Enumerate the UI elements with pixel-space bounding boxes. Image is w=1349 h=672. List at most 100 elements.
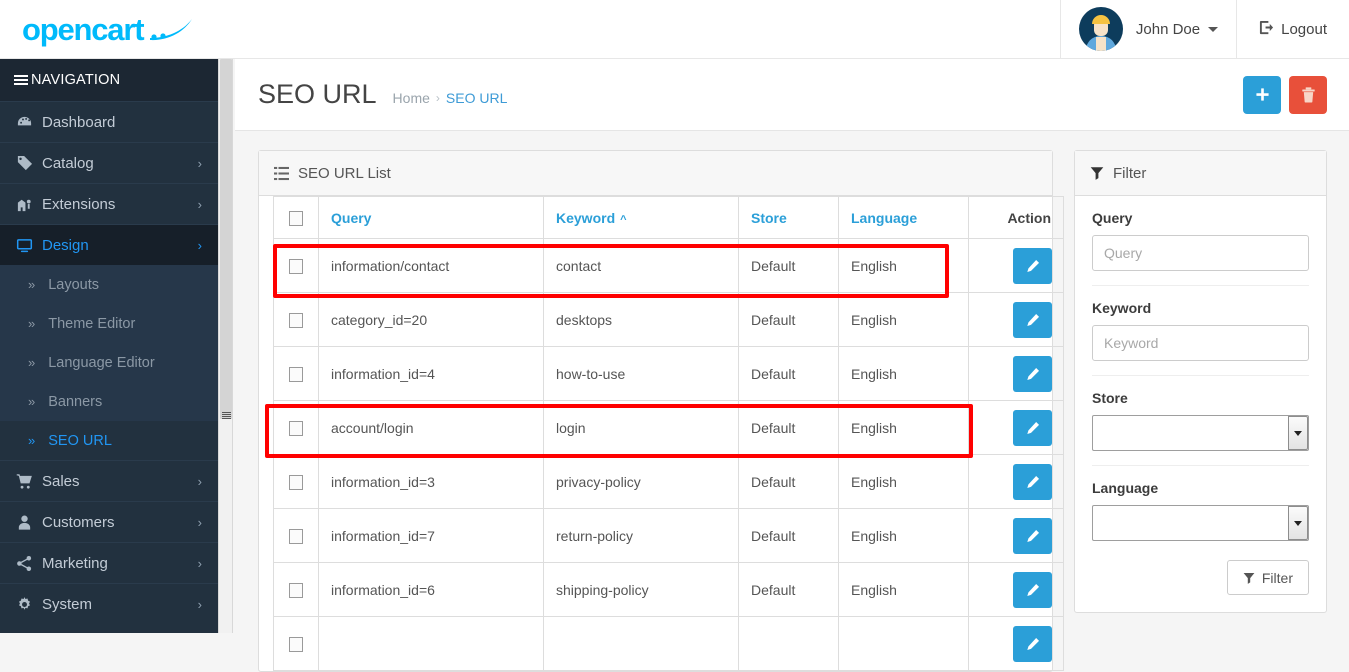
sidebar-sub-label: SEO URL [48, 433, 112, 449]
filter-submit-button[interactable]: Filter [1227, 560, 1309, 595]
user-menu[interactable]: John Doe [1060, 0, 1236, 59]
sidebar-item-extensions[interactable]: Extensions › [0, 183, 218, 224]
sidebar-item-marketing[interactable]: Marketing › [0, 542, 218, 583]
sidebar-item-language-editor[interactable]: » Language Editor [0, 343, 218, 382]
sidebar-sub-label: Language Editor [48, 355, 154, 371]
edit-button[interactable] [1013, 518, 1052, 554]
sidebar-item-seo-url[interactable]: » SEO URL [0, 421, 218, 460]
cell-query: information_id=4 [319, 347, 544, 401]
sidebar-item-system[interactable]: System › [0, 583, 218, 624]
edit-button[interactable] [1013, 410, 1052, 446]
table-row: information/contactcontactDefaultEnglish [274, 239, 1064, 293]
language-dropdown-arrow-icon[interactable] [1288, 506, 1308, 540]
sidebar-sub-label: Theme Editor [48, 316, 135, 332]
sidebar-item-label: Sales [42, 473, 198, 490]
sidebar-item-banners[interactable]: » Banners [0, 382, 218, 421]
sidebar-item-customers[interactable]: Customers › [0, 501, 218, 542]
sort-asc-icon: ^ [620, 214, 626, 226]
row-checkbox[interactable] [289, 583, 303, 598]
row-select-cell [274, 239, 319, 293]
pencil-icon [1026, 637, 1040, 651]
cell-action [969, 509, 1064, 563]
plus-icon [1255, 87, 1270, 102]
chevron-right-icon: › [198, 515, 202, 530]
breadcrumb-home[interactable]: Home [393, 90, 430, 106]
row-checkbox[interactable] [289, 637, 303, 652]
filter-query-input[interactable] [1092, 235, 1309, 271]
filter-language-select[interactable] [1092, 505, 1309, 541]
column-header-query[interactable]: Query [319, 197, 544, 239]
filter-language-label: Language [1092, 480, 1309, 496]
cell-keyword: return-policy [544, 509, 739, 563]
select-all-checkbox[interactable] [289, 211, 303, 226]
cell-keyword: contact [544, 239, 739, 293]
row-checkbox[interactable] [289, 367, 303, 382]
edit-button[interactable] [1013, 302, 1052, 338]
delete-button[interactable] [1289, 76, 1327, 114]
edit-button[interactable] [1013, 248, 1052, 284]
sidebar-item-layouts[interactable]: » Layouts [0, 265, 218, 304]
store-dropdown-arrow-icon[interactable] [1288, 416, 1308, 450]
edit-button[interactable] [1013, 356, 1052, 392]
double-chevron-icon: » [28, 433, 35, 448]
sidebar-scrollbar[interactable] [218, 59, 233, 633]
sidebar-item-label: Marketing [42, 555, 198, 572]
brand-logo[interactable]: opencart [0, 0, 220, 59]
double-chevron-icon: » [28, 277, 35, 292]
add-new-button[interactable] [1243, 76, 1281, 114]
monitor-icon [16, 237, 42, 254]
row-checkbox[interactable] [289, 313, 303, 328]
logout-button[interactable]: Logout [1236, 0, 1349, 59]
chevron-right-icon: › [198, 197, 202, 212]
scrollbar-thumb[interactable] [220, 59, 232, 419]
cell-keyword: how-to-use [544, 347, 739, 401]
cell-action [969, 455, 1064, 509]
row-checkbox[interactable] [289, 421, 303, 436]
cell-language: English [839, 293, 969, 347]
table-row: information_id=7return-policyDefaultEngl… [274, 509, 1064, 563]
filter-panel-title: Filter [1113, 165, 1146, 182]
breadcrumb-current[interactable]: SEO URL [446, 90, 507, 106]
edit-button[interactable] [1013, 572, 1052, 608]
filter-store-select[interactable] [1092, 415, 1309, 451]
pencil-icon [1026, 313, 1040, 327]
row-checkbox[interactable] [289, 475, 303, 490]
row-select-cell [274, 617, 319, 671]
cell-action [969, 563, 1064, 617]
list-icon [274, 166, 289, 181]
top-bar: opencart John Doe Logo [0, 0, 1349, 59]
avatar [1079, 7, 1123, 51]
cell-action [969, 293, 1064, 347]
sidebar-item-sales[interactable]: Sales › [0, 460, 218, 501]
sidebar-item-theme-editor[interactable]: » Theme Editor [0, 304, 218, 343]
pencil-icon [1026, 259, 1040, 273]
column-header-keyword[interactable]: Keyword^ [544, 197, 739, 239]
filter-submit-label: Filter [1262, 570, 1293, 586]
column-header-language[interactable]: Language [839, 197, 969, 239]
edit-button[interactable] [1013, 464, 1052, 500]
cell-language: English [839, 509, 969, 563]
pencil-icon [1026, 475, 1040, 489]
sidebar-item-dashboard[interactable]: Dashboard [0, 101, 218, 142]
dashboard-icon [16, 114, 42, 131]
sidebar-item-design[interactable]: Design › [0, 224, 218, 265]
sidebar-item-catalog[interactable]: Catalog › [0, 142, 218, 183]
cell-keyword: login [544, 401, 739, 455]
cell-query: information_id=7 [319, 509, 544, 563]
cell-store: Default [739, 239, 839, 293]
row-checkbox[interactable] [289, 259, 303, 274]
cell-store: Default [739, 563, 839, 617]
edit-button[interactable] [1013, 626, 1052, 662]
gear-icon [16, 596, 42, 613]
pencil-icon [1026, 367, 1040, 381]
double-chevron-icon: » [28, 316, 35, 331]
filter-keyword-input[interactable] [1092, 325, 1309, 361]
sidebar-item-label: Dashboard [42, 114, 202, 131]
navigation-header: NAVIGATION [0, 59, 218, 101]
column-header-action: Action [969, 197, 1064, 239]
column-header-store[interactable]: Store [739, 197, 839, 239]
row-checkbox[interactable] [289, 529, 303, 544]
user-icon [16, 514, 42, 531]
table-header-row: Query Keyword^ Store Language [274, 197, 1064, 239]
cell-store: Default [739, 509, 839, 563]
